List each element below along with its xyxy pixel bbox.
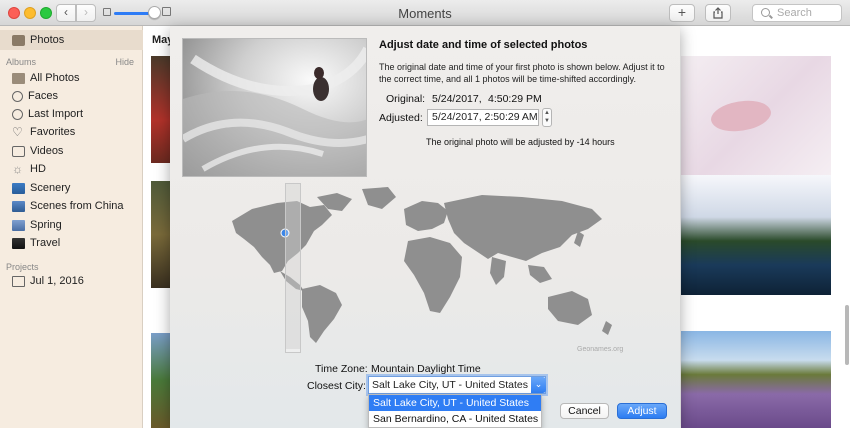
map-landmass	[302, 285, 342, 343]
time-zone-world-map[interactable]	[192, 181, 632, 351]
project-icon	[12, 275, 25, 287]
share-button[interactable]	[705, 4, 731, 22]
sidebar-item-label: Travel	[30, 237, 61, 249]
photos-library-icon	[12, 34, 25, 46]
search-placeholder: Search	[777, 7, 812, 19]
city-dropdown-list: Salt Lake City, UT - United States San B…	[368, 394, 542, 428]
heart-icon: ♡	[12, 124, 23, 139]
original-date: 5/24/2017,	[432, 93, 482, 105]
album-thumb-icon	[12, 200, 25, 212]
sidebar-item-label: Scenes from China	[30, 200, 124, 212]
sidebar-item-label: Favorites	[30, 126, 76, 138]
photo-thumbnail[interactable]	[151, 56, 170, 163]
sidebar-item-label: Last Import	[28, 108, 84, 120]
photo-thumbnail[interactable]	[681, 175, 831, 295]
time-zone-band-outline	[285, 183, 301, 353]
chevron-down-icon[interactable]: ⌄	[531, 377, 546, 393]
map-credit: Geonames.org	[577, 346, 624, 353]
original-time: 4:50:29 PM	[488, 93, 542, 105]
album-thumb-icon	[12, 182, 25, 194]
sidebar-item-label: Faces	[28, 90, 58, 102]
adjusted-label: Adjusted:	[379, 112, 423, 124]
closest-city-label: Closest City:	[307, 380, 366, 392]
city-option[interactable]: San Bernardino, CA - United States	[369, 411, 541, 427]
map-landmass	[362, 187, 396, 209]
album-icon	[12, 72, 25, 84]
map-landmass	[404, 237, 462, 313]
projects-heading: Projects	[6, 262, 39, 272]
dialog-description: The original date and time of your first…	[379, 62, 665, 84]
sidebar-item-faces[interactable]: Faces	[12, 87, 58, 105]
sidebar-item-scenes-from-china[interactable]: Scenes from China	[12, 197, 124, 215]
album-thumb-icon	[12, 219, 25, 231]
sidebar-item-favorites[interactable]: ♡ Favorites	[12, 123, 75, 141]
photo-thumbnail[interactable]	[681, 56, 831, 186]
preview-image	[183, 46, 366, 176]
sidebar-item-project[interactable]: Jul 1, 2016	[12, 272, 84, 290]
albums-heading: Albums	[6, 57, 37, 67]
search-field[interactable]: Search	[752, 4, 842, 22]
sidebar-item-travel[interactable]: Travel	[12, 234, 60, 252]
offset-note: The original photo will be adjusted by -…	[426, 137, 615, 147]
sidebar-item-label: Spring	[30, 219, 62, 231]
photo-thumbnail[interactable]	[681, 331, 831, 428]
scrollbar-thumb[interactable]	[845, 305, 849, 365]
album-thumb-icon	[12, 237, 25, 249]
map-landmass	[528, 265, 552, 283]
sidebar-item-scenery[interactable]: Scenery	[12, 179, 70, 197]
dialog-title: Adjust date and time of selected photos	[379, 39, 588, 51]
map-landmass	[548, 291, 592, 325]
sidebar-item-spring[interactable]: Spring	[12, 216, 62, 234]
map-landmass	[232, 201, 332, 273]
map-landmass	[404, 201, 448, 231]
sidebar-item-label: Videos	[30, 145, 64, 157]
adjust-button[interactable]: Adjust	[617, 403, 667, 419]
sidebar-item-hd[interactable]: ☼ HD	[12, 160, 46, 178]
adjusted-datetime-field[interactable]: 5/24/2017, 2:50:29 AM	[427, 109, 539, 126]
datetime-stepper[interactable]: ▲ ▼	[542, 108, 552, 127]
clock-icon	[12, 108, 23, 120]
sidebar-item-label: HD	[30, 163, 46, 175]
map-landmass	[490, 257, 506, 285]
photo-thumbnail[interactable]	[151, 333, 170, 428]
cancel-button[interactable]: Cancel	[560, 403, 609, 419]
map-landmass	[444, 195, 602, 261]
sidebar-item-last-import[interactable]: Last Import	[12, 105, 83, 123]
original-label: Original:	[386, 93, 426, 105]
sidebar-item-videos[interactable]: Videos	[12, 142, 63, 160]
share-icon	[713, 7, 723, 19]
hd-icon: ☼	[12, 161, 23, 176]
photo-subject	[708, 93, 774, 139]
hide-albums-button[interactable]: Hide	[115, 57, 134, 67]
sidebar: Photos Albums Hide All Photos Faces Last…	[0, 26, 143, 428]
sidebar-item-photos[interactable]: Photos	[12, 31, 64, 49]
time-zone-value: Mountain Daylight Time	[371, 363, 481, 375]
sidebar-item-label: Jul 1, 2016	[30, 275, 84, 287]
closest-city-combobox[interactable]: Salt Lake City, UT - United States	[368, 376, 546, 394]
map-landmass	[602, 321, 612, 335]
video-icon	[12, 145, 25, 157]
photo-thumbnail[interactable]	[151, 181, 170, 288]
search-icon	[761, 8, 770, 17]
sidebar-item-label: All Photos	[30, 72, 80, 84]
sidebar-item-all-photos[interactable]: All Photos	[12, 69, 80, 87]
photo-preview	[182, 38, 367, 177]
adjust-date-time-dialog: Adjust date and time of selected photos …	[170, 26, 680, 428]
face-icon	[12, 90, 23, 102]
title-bar: ‹ › Moments + Search	[0, 0, 850, 26]
sidebar-item-label: Photos	[30, 34, 65, 46]
sidebar-item-label: Scenery	[30, 182, 71, 194]
add-button[interactable]: +	[669, 4, 695, 22]
city-option[interactable]: Salt Lake City, UT - United States	[369, 395, 541, 411]
time-zone-label: Time Zone:	[315, 363, 368, 375]
